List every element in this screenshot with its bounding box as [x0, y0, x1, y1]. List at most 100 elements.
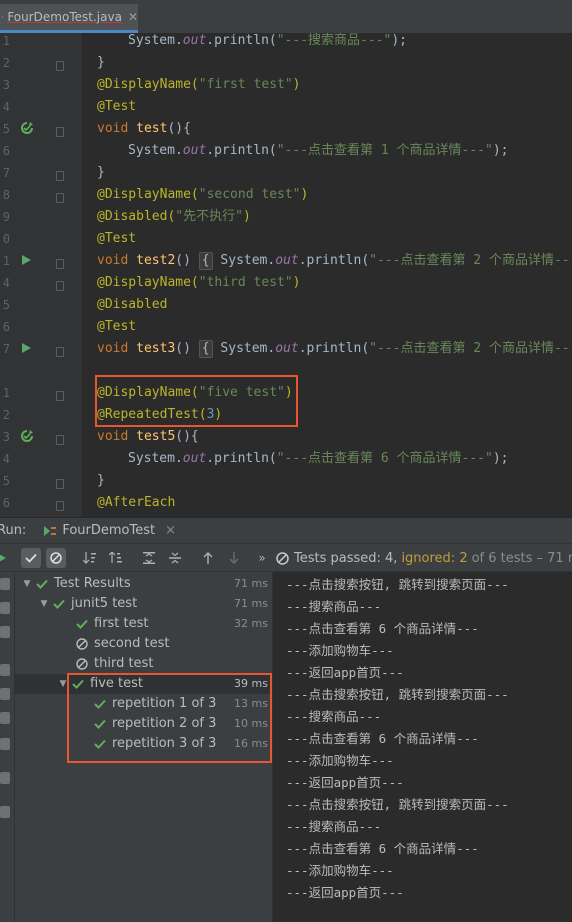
ignored-icon	[76, 658, 88, 670]
fold-marker-icon[interactable]	[56, 171, 64, 181]
highlight-box-annotations	[95, 375, 298, 427]
tree-node-second-test[interactable]: second test	[76, 634, 169, 654]
line-number: 7	[2, 342, 10, 356]
tree-node-first-test[interactable]: first test	[76, 614, 149, 634]
console-line: ---点击搜索按钮, 跳转到搜索页面---	[286, 797, 509, 812]
ignored-icon	[76, 638, 88, 650]
layout-icon[interactable]	[0, 772, 10, 784]
editor-tab-fourdemotest[interactable]: FourDemoTest.java ✕	[0, 4, 138, 33]
line-number: 7	[2, 166, 10, 180]
fold-marker-icon[interactable]	[56, 347, 64, 357]
camera-icon[interactable]	[0, 688, 10, 700]
fold-marker-icon[interactable]	[56, 61, 64, 71]
fold-marker-icon[interactable]	[56, 479, 64, 489]
line-number: 4	[2, 276, 10, 290]
run-test-icon[interactable]	[22, 255, 31, 265]
line-number: 3	[2, 78, 10, 92]
code-line: System.out.println("---搜索商品---");	[128, 33, 408, 48]
fold-marker-icon[interactable]	[56, 435, 64, 445]
console-output[interactable]: ---点击搜索按钮, 跳转到搜索页面--- ---搜索商品--- ---点击查看…	[272, 572, 572, 922]
test-runner-toolbar: » Tests passed: 4, ignored: 2 of 6 tests…	[0, 544, 572, 572]
test-results-tree[interactable]: ▼ Test Results 71 ms ▼ junit5 test 71 ms…	[15, 572, 272, 922]
fold-marker-icon[interactable]	[56, 259, 64, 269]
exit-icon[interactable]	[0, 738, 10, 750]
line-number: 5	[2, 474, 10, 488]
code-line: @Test	[97, 319, 137, 334]
fold-marker-icon[interactable]	[56, 501, 64, 511]
code-line: System.out.println("---点击查看第 1 个商品详情---"…	[128, 143, 509, 158]
console-line: ---搜索商品---	[286, 599, 382, 614]
status-total: of 6 tests – 71 ms	[471, 550, 572, 566]
run-panel-header: Run: FourDemoTest ×	[0, 517, 572, 544]
tree-node-test-results[interactable]: ▼ Test Results	[22, 574, 131, 594]
previous-failed-icon[interactable]	[198, 548, 218, 568]
chevron-down-icon[interactable]: ▼	[22, 574, 32, 594]
editor-tab-bar: FourDemoTest.java ✕	[0, 0, 572, 34]
test-status-summary: Tests passed: 4, ignored: 2 of 6 tests –…	[276, 548, 572, 568]
code-line: System.out.println("---点击查看第 6 个商品详情---"…	[128, 451, 509, 466]
code-line: @Disabled("先不执行")	[97, 209, 251, 224]
suite-passed-icon	[53, 599, 65, 609]
next-failed-icon[interactable]	[224, 548, 244, 568]
folded-region[interactable]: {	[198, 340, 213, 358]
run-test-icon[interactable]	[22, 343, 31, 353]
settings-icon[interactable]	[0, 602, 10, 614]
pin-icon[interactable]	[0, 806, 10, 818]
console-line: ---返回app首页---	[286, 775, 404, 790]
rerun-passed-icon[interactable]	[20, 429, 34, 443]
more-toolbar-icon[interactable]: »	[252, 548, 272, 568]
chevron-down-icon[interactable]: ▼	[39, 594, 49, 614]
close-tab-icon[interactable]: ✕	[128, 10, 138, 24]
wrench-icon[interactable]	[0, 626, 10, 638]
highlight-box-repeated-test	[67, 673, 272, 763]
duration: 71 ms	[234, 577, 268, 590]
code-line: void test2() { System.out.println("---点击…	[97, 252, 572, 270]
run-config-icon	[44, 525, 57, 536]
fold-marker-icon[interactable]	[56, 193, 64, 203]
status-passed: Tests passed: 4,	[294, 550, 398, 566]
show-passed-toggle-icon[interactable]	[21, 548, 41, 568]
fold-marker-icon[interactable]	[56, 281, 64, 291]
console-line: ---点击搜索按钮, 跳转到搜索页面---	[286, 687, 509, 702]
restore-icon[interactable]	[0, 578, 10, 590]
fold-marker-icon[interactable]	[56, 391, 64, 401]
console-line: ---添加购物车---	[286, 753, 394, 768]
stop-icon[interactable]	[0, 664, 10, 676]
code-editor[interactable]: 1 2 3 4 5 6 7 8 9 0 1 4 5 6 7 1 2 3 4 5 …	[0, 33, 572, 517]
code-line: }	[97, 55, 105, 70]
fold-marker-icon[interactable]	[56, 127, 64, 137]
line-number: 5	[2, 122, 10, 136]
console-line: ---添加购物车---	[286, 863, 394, 878]
line-number: 9	[2, 210, 10, 224]
code-line: }	[97, 165, 105, 180]
console-line: ---点击查看第 6 个商品详情---	[286, 621, 479, 636]
line-number: 4	[2, 452, 10, 466]
expand-all-icon[interactable]	[139, 548, 159, 568]
gear-icon[interactable]	[0, 712, 10, 724]
show-ignored-toggle-icon[interactable]	[46, 548, 66, 568]
console-line: ---返回app首页---	[286, 665, 404, 680]
console-line: ---返回app首页---	[286, 885, 404, 900]
collapse-all-icon[interactable]	[165, 548, 185, 568]
folded-region[interactable]: {	[198, 252, 213, 270]
line-number: 1	[2, 254, 10, 268]
close-run-tab-icon[interactable]: ×	[165, 523, 176, 538]
editor-gutter: 1 2 3 4 5 6 7 8 9 0 1 4 5 6 7 1 2 3 4 5 …	[0, 33, 82, 517]
line-number: 6	[2, 144, 10, 158]
console-line: ---搜索商品---	[286, 709, 382, 724]
code-line: void test3() { System.out.println("---点击…	[97, 340, 572, 358]
tree-node-junit5-test[interactable]: ▼ junit5 test	[39, 594, 138, 614]
sort-by-duration-icon[interactable]	[106, 548, 126, 568]
line-number: 8	[2, 188, 10, 202]
run-side-toolbar	[0, 572, 15, 922]
rerun-passed-icon[interactable]	[20, 121, 34, 135]
run-tab-fourdemotest[interactable]: FourDemoTest ×	[44, 523, 176, 538]
code-line: @AfterEach	[97, 495, 176, 510]
code-line: @DisplayName("third test")	[97, 275, 301, 290]
sort-alphabetically-icon[interactable]	[80, 548, 100, 568]
tree-node-third-test[interactable]: third test	[76, 654, 153, 674]
editor-tab-label: FourDemoTest.java	[7, 10, 122, 24]
code-line: }	[97, 473, 105, 488]
rerun-icon[interactable]	[0, 548, 12, 568]
line-number: 0	[2, 232, 10, 246]
